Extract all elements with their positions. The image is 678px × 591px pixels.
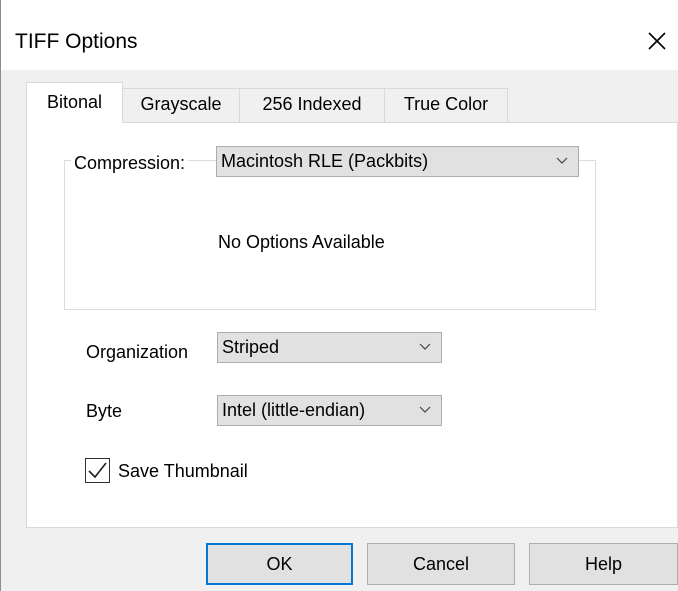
cancel-button[interactable]: Cancel — [367, 543, 515, 585]
dialog-title: TIFF Options — [15, 30, 138, 53]
organization-label: Organization — [86, 342, 189, 362]
byte-label: Byte — [86, 401, 123, 421]
ok-button[interactable]: OK — [206, 543, 353, 585]
organization-select-value: Striped — [222, 337, 280, 357]
chevron-down-icon — [419, 406, 431, 413]
tab-bitonal[interactable]: Bitonal — [26, 82, 123, 123]
compression-label: Compression: — [71, 152, 189, 174]
chevron-down-icon — [556, 157, 568, 164]
save-thumbnail-checkbox[interactable] — [85, 458, 110, 483]
byte-select[interactable]: Intel (little-endian) — [217, 395, 442, 426]
compression-select-value: Macintosh RLE (Packbits) — [221, 151, 429, 171]
no-options-message: No Options Available — [218, 232, 385, 252]
title-bar: TIFF Options — [1, 0, 678, 70]
checkmark-icon — [88, 462, 107, 479]
close-icon — [648, 32, 666, 50]
compression-select[interactable]: Macintosh RLE (Packbits) — [216, 146, 579, 177]
tiff-options-dialog: TIFF Options Bitonal Grayscale 256 Index… — [0, 0, 678, 591]
tab-256-indexed[interactable]: 256 Indexed — [239, 88, 385, 122]
organization-select[interactable]: Striped — [217, 332, 442, 363]
byte-select-value: Intel (little-endian) — [222, 400, 366, 420]
close-button[interactable] — [639, 24, 673, 58]
help-button[interactable]: Help — [529, 543, 678, 585]
save-thumbnail-label[interactable]: Save Thumbnail — [118, 460, 248, 482]
tab-true-color[interactable]: True Color — [384, 88, 508, 122]
chevron-down-icon — [419, 343, 431, 350]
tab-grayscale[interactable]: Grayscale — [122, 88, 240, 122]
